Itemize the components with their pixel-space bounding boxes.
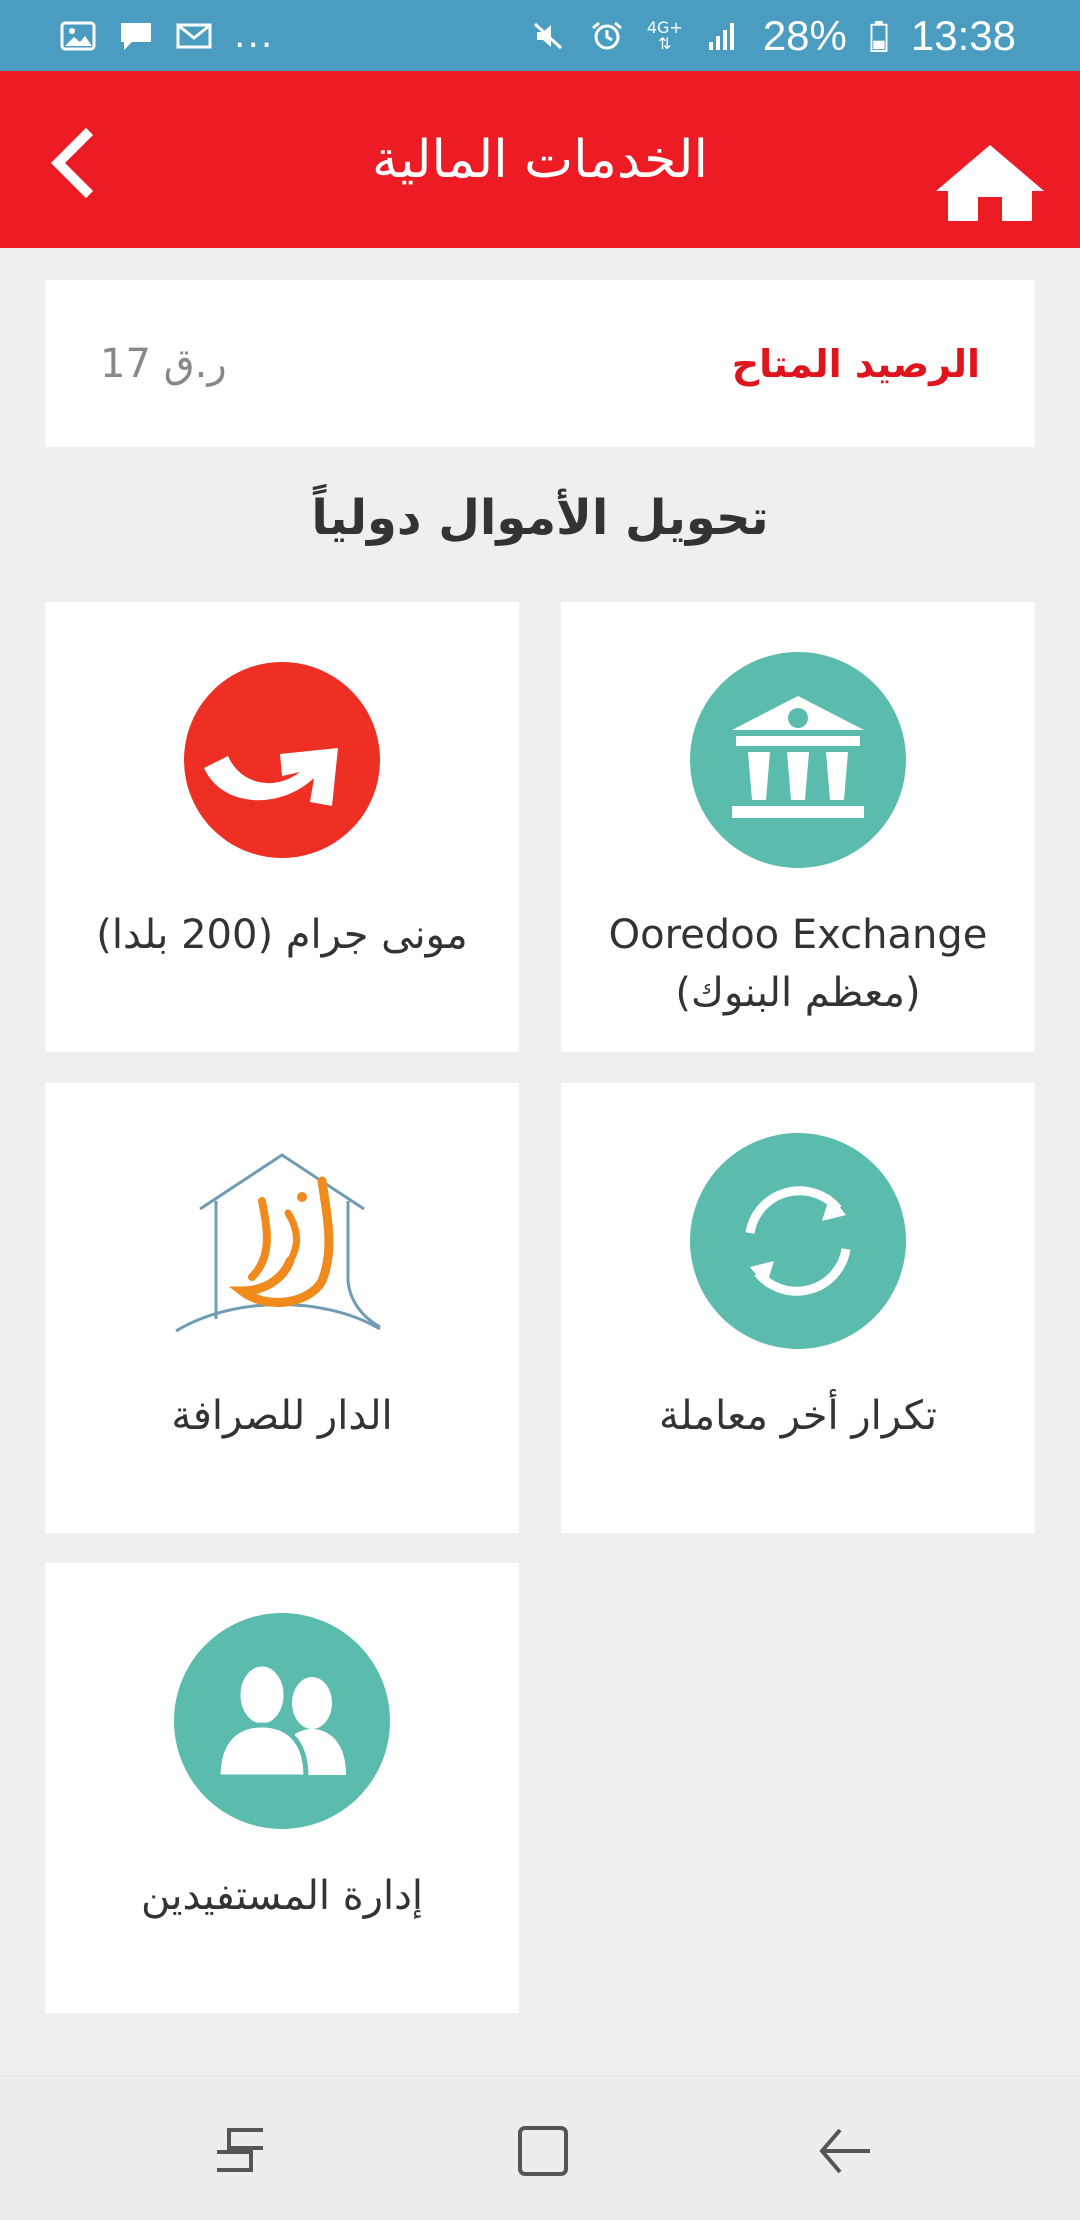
recent-apps-icon[interactable] (205, 2116, 275, 2186)
balance-card: الرصيد المتاح ر.ق 17 (45, 280, 1035, 447)
system-nav-bar (0, 2075, 1080, 2220)
tile-label: Ooredoo Exchange (معظم البنوك) (589, 906, 1008, 1022)
tile-label: تكرار أخر معاملة (639, 1387, 957, 1445)
bank-icon (690, 652, 906, 868)
tile-repeat-last[interactable]: تكرار أخر معاملة (561, 1083, 1035, 1533)
alarm-icon (591, 21, 622, 49)
network-indicator: 4G+ ⇅ (647, 19, 683, 53)
refresh-icon-wrap (688, 1131, 908, 1351)
bank-icon-wrap (688, 650, 908, 870)
page-title: الخدمات المالية (372, 129, 708, 190)
users-icon (174, 1613, 390, 1829)
status-bar-right: 4G+ ⇅ 28% 13:38 (531, 12, 1016, 60)
section-title: تحويل الأموال دولياً (311, 490, 769, 546)
users-icon-wrap (172, 1611, 392, 1831)
message-icon (121, 22, 151, 50)
tile-label-line1: تكرار أخر معاملة (658, 1393, 938, 1439)
status-bar-left: ... (60, 15, 274, 56)
moneygram-logo (184, 662, 380, 858)
mute-icon (533, 22, 562, 49)
tile-al-dar[interactable]: الدار للصرافة (45, 1083, 519, 1533)
gallery-icon (60, 21, 96, 50)
home-icon[interactable] (932, 141, 1048, 223)
al-dar-logo (175, 1153, 381, 1333)
tile-label-line1: إدارة المستفيدين (140, 1873, 424, 1919)
app-bar: الخدمات المالية (0, 71, 1080, 248)
balance-label: الرصيد المتاح (731, 341, 980, 386)
tile-label: إدارة المستفيدين (121, 1867, 443, 1925)
signal-icon (708, 22, 734, 50)
tile-label-line2: (معظم البنوك) (675, 970, 921, 1016)
al-dar-logo-wrap (172, 1131, 392, 1351)
tile-label: الدار للصرافة (151, 1387, 412, 1445)
tile-label-line1: Ooredoo Exchange (608, 912, 988, 958)
battery-percent: 28% (762, 11, 847, 59)
overflow-indicator: ... (234, 15, 275, 56)
home-square-icon[interactable] (508, 2116, 578, 2186)
back-arrow-icon[interactable] (810, 2116, 880, 2186)
tile-label: مونى جرام (200 بلدا) (76, 906, 487, 964)
tile-label-line1: الدار للصرافة (171, 1393, 393, 1439)
tile-moneygram[interactable]: مونى جرام (200 بلدا) (45, 602, 519, 1052)
balance-value: ر.ق 17 (100, 340, 227, 387)
tile-label-line1: مونى جرام (200 بلدا) (96, 912, 468, 958)
battery-icon (870, 20, 888, 52)
moneygram-logo-wrap (172, 650, 392, 870)
clock: 13:38 (910, 11, 1016, 59)
refresh-icon (690, 1133, 906, 1349)
tile-ooredoo-exchange[interactable]: Ooredoo Exchange (معظم البنوك) (561, 602, 1035, 1052)
status-bar: ... 4G+ ⇅ 28% 13:38 (0, 0, 1080, 71)
tile-beneficiaries[interactable]: إدارة المستفيدين (45, 1563, 519, 2013)
data-arrows-icon: ⇅ (658, 33, 672, 53)
mail-icon (176, 23, 212, 48)
